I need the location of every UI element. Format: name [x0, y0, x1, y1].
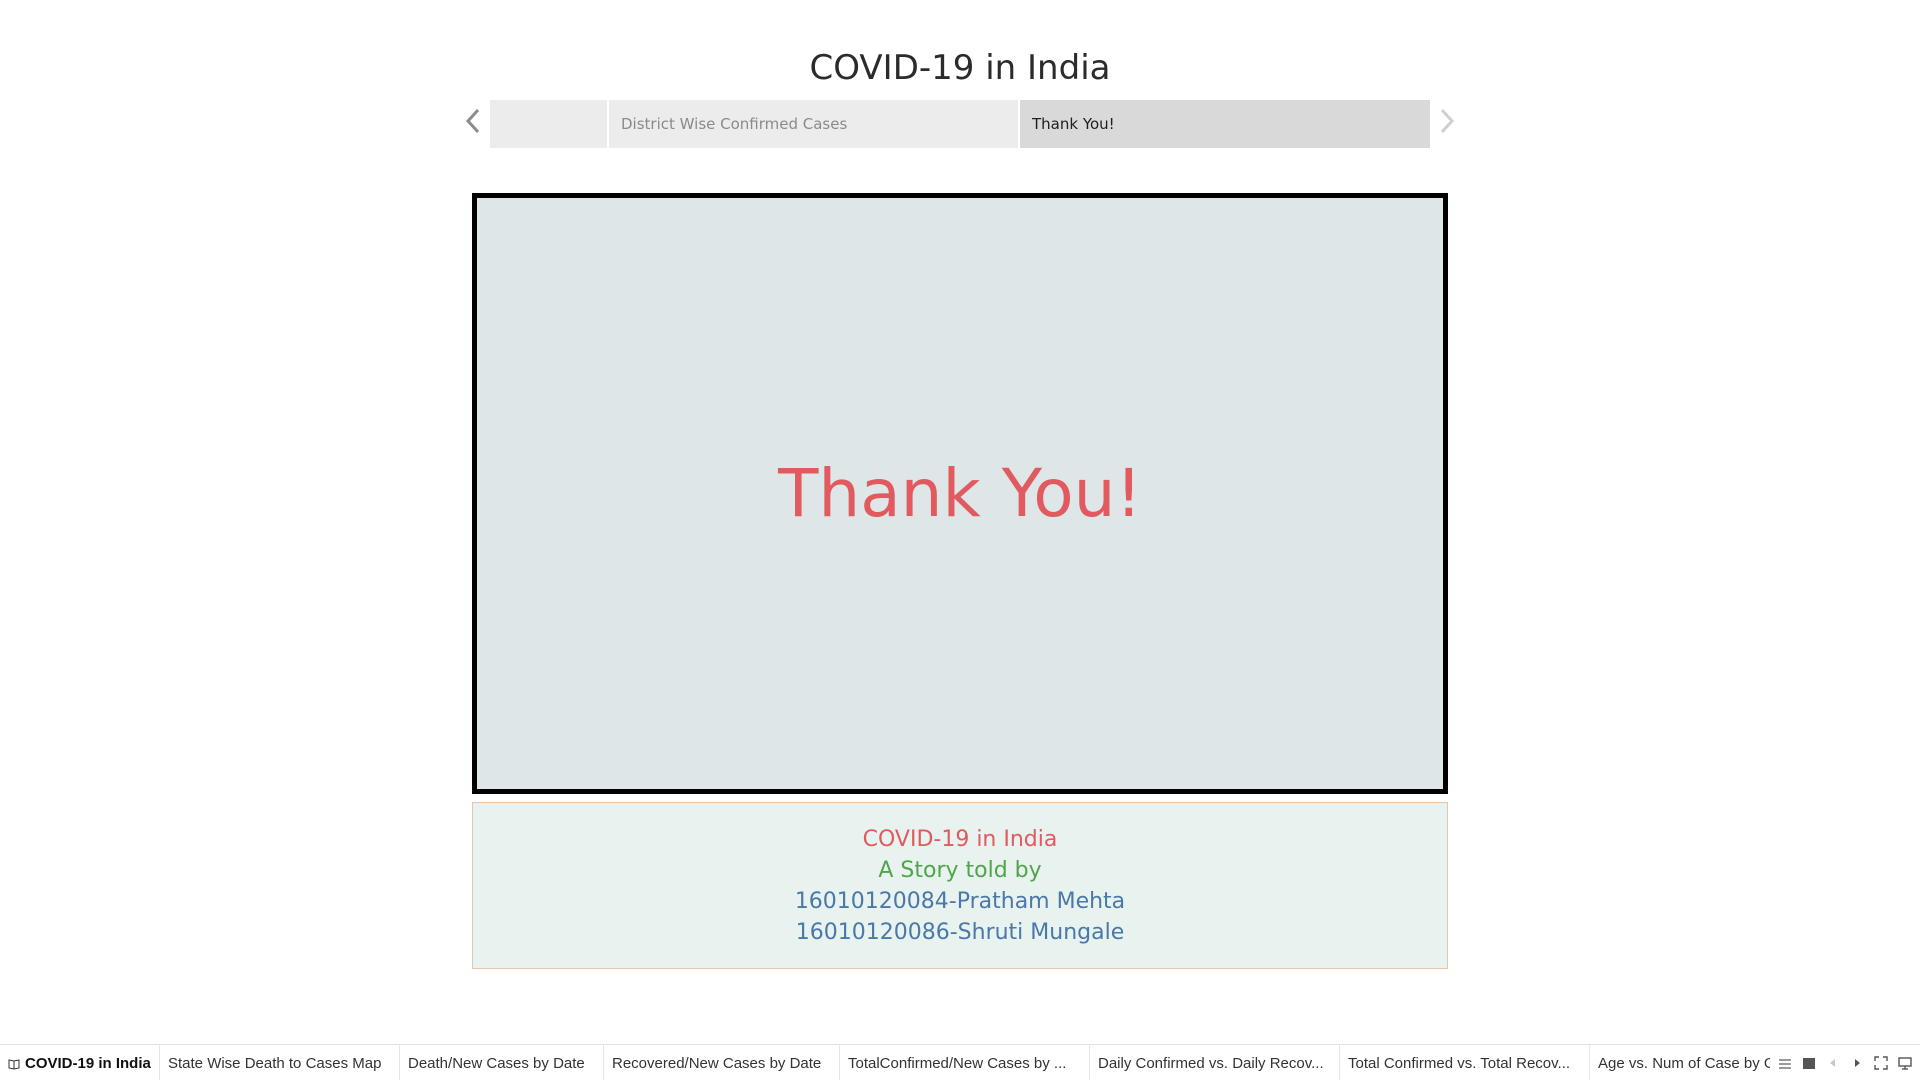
thank-you-viz: Thank You! — [472, 193, 1448, 794]
previous-sheet-icon[interactable] — [1826, 1056, 1840, 1070]
tab-daily-confirmed-recovered[interactable]: Daily Confirmed vs. Daily Recov... — [1090, 1045, 1340, 1080]
tab-total-confirmed-recovered[interactable]: Total Confirmed vs. Total Recov... — [1340, 1045, 1590, 1080]
tab-state-wise-death-map[interactable]: State Wise Death to Cases Map — [160, 1045, 400, 1080]
caption-title: COVID-19 in India — [862, 826, 1058, 852]
next-sheet-icon[interactable] — [1850, 1056, 1864, 1070]
thank-you-text: Thank You! — [778, 455, 1142, 532]
filmstrip-icon[interactable] — [1802, 1056, 1816, 1070]
tab-covid-19-in-india[interactable]: COVID-19 in India — [0, 1045, 160, 1080]
story-points-navigator: District Wise Confirmed Cases Thank You! — [490, 100, 1430, 148]
sheet-tab-bar: COVID-19 in India State Wise Death to Ca… — [0, 1044, 1920, 1080]
caption-author-2: 16010120086-Shruti Mungale — [795, 919, 1125, 945]
sheet-controls — [1770, 1045, 1912, 1080]
tab-age-vs-cases[interactable]: Age vs. Num of Case by Ge — [1590, 1045, 1775, 1080]
story-point-district-wise[interactable]: District Wise Confirmed Cases — [609, 100, 1018, 148]
previous-story-point-button[interactable] — [458, 108, 488, 138]
chevron-right-icon — [1436, 107, 1458, 139]
tab-death-new-cases[interactable]: Death/New Cases by Date — [400, 1045, 604, 1080]
tab-totalconfirmed-new-cases[interactable]: TotalConfirmed/New Cases by ... — [840, 1045, 1090, 1080]
story-book-icon — [8, 1057, 20, 1070]
presentation-icon[interactable] — [1898, 1056, 1912, 1070]
story-view: COVID-19 in India District Wise Confirme… — [0, 0, 1920, 1080]
next-story-point-button[interactable] — [1432, 108, 1462, 138]
story-point-blank[interactable] — [490, 100, 607, 148]
caption-subtitle: A Story told by — [878, 857, 1042, 883]
story-caption: COVID-19 in India A Story told by 160101… — [472, 802, 1448, 969]
story-point-thank-you[interactable]: Thank You! — [1020, 100, 1430, 148]
chevron-left-icon — [462, 107, 484, 139]
tab-label: COVID-19 in India — [25, 1054, 151, 1072]
story-title: COVID-19 in India — [809, 48, 1111, 88]
tab-recovered-new-cases[interactable]: Recovered/New Cases by Date — [604, 1045, 840, 1080]
fullscreen-icon[interactable] — [1874, 1056, 1888, 1070]
sheet-sorter-icon[interactable] — [1778, 1056, 1792, 1070]
caption-author-1: 16010120084-Pratham Mehta — [794, 888, 1126, 914]
